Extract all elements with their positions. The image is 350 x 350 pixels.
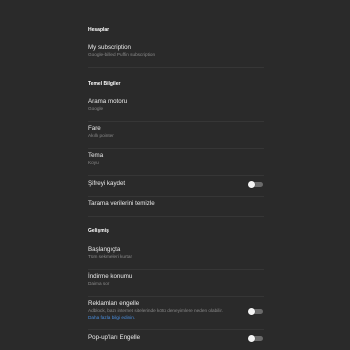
settings-item-block-ads[interactable]: Reklamları engelle Adblock, bazı interne… [88,300,264,330]
settings-item-theme[interactable]: Tema Koyu [88,152,264,176]
startup-title: Başlangıçta [88,246,121,253]
toggle-thumb [248,335,255,342]
settings-item-block-popups[interactable]: Pop-up'ları Engelle [88,334,264,350]
subscription-subtitle: Google-billed Puffin subscription [88,52,156,57]
mouse-value: Akıllı pointer [88,133,114,138]
toggle-thumb [248,181,255,188]
download-location-value: Daima sor [88,281,110,286]
save-password-title: Şifreyi kaydet [88,180,126,187]
save-password-toggle[interactable] [248,181,263,188]
clear-data-title: Tarama verilerini temizle [88,200,155,207]
section-header-basic: Temel Bilgiler [88,81,121,87]
settings-item-startup[interactable]: Başlangıçta Tüm sekmeleri kurtar [88,246,264,270]
settings-item-download-location[interactable]: İndirme konumu Daima sor [88,273,264,297]
search-engine-title: Arama motoru [88,98,128,105]
block-popups-toggle[interactable] [248,335,263,342]
subscription-title: My subscription [88,44,131,51]
settings-item-search-engine[interactable]: Arama motoru Google [88,98,264,122]
settings-item-subscription[interactable]: My subscription Google-billed Puffin sub… [88,44,264,68]
theme-title: Tema [88,152,104,159]
settings-screen: Hesaplar My subscription Google-billed P… [0,0,350,350]
toggle-thumb [248,308,255,315]
block-ads-title: Reklamları engelle [88,300,140,307]
block-popups-title: Pop-up'ları Engelle [88,334,141,341]
section-header-accounts: Hesaplar [88,27,110,33]
startup-value: Tüm sekmeleri kurtar [88,254,133,259]
theme-value: Koyu [88,160,99,165]
block-ads-learn-more-link[interactable]: Daha fazla bilgi edinin. [88,315,264,322]
settings-item-save-password[interactable]: Şifreyi kaydet [88,180,264,197]
section-header-advanced: Gelişmiş [88,228,109,234]
settings-item-clear-data[interactable]: Tarama verilerini temizle [88,200,264,217]
settings-item-mouse[interactable]: Fare Akıllı pointer [88,125,264,149]
mouse-title: Fare [88,125,101,132]
block-ads-toggle[interactable] [248,308,263,315]
download-location-title: İndirme konumu [88,273,133,280]
search-engine-value: Google [88,106,104,111]
